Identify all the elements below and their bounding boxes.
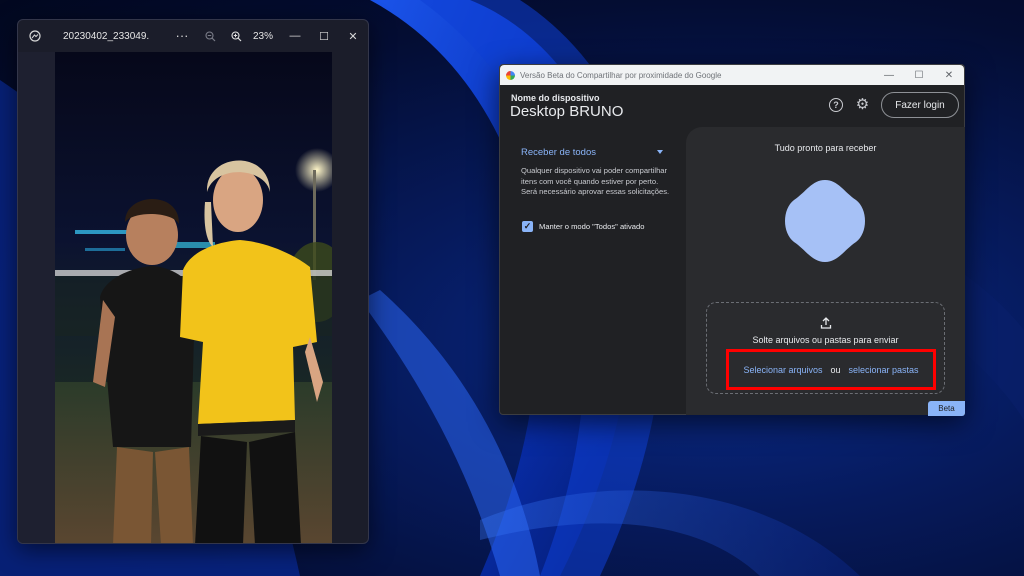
- help-icon[interactable]: ?: [829, 98, 843, 112]
- keep-mode-label: Manter o modo "Todos" ativado: [539, 222, 645, 231]
- zoom-in-icon[interactable]: [225, 20, 247, 52]
- photo-filename: 20230402_233049.j...: [63, 30, 149, 42]
- device-avatar-shape: [785, 180, 865, 262]
- maximize-icon[interactable]: ☐: [309, 20, 339, 52]
- chevron-down-icon: [657, 150, 663, 154]
- receive-pane: Tudo pronto para receber Solte arquivos …: [686, 127, 965, 415]
- visibility-pane: Receber de todos Qualquer dispositivo va…: [500, 127, 686, 416]
- or-separator: ou: [830, 364, 841, 375]
- login-button[interactable]: Fazer login: [881, 92, 959, 118]
- photos-titlebar: 20230402_233049.j... ··· 23% — ☐ ✕: [18, 20, 368, 52]
- minimize-icon[interactable]: —: [874, 65, 904, 85]
- drop-instructions: Solte arquivos ou pastas para enviar: [752, 335, 899, 345]
- select-options-row: Selecionar arquivos ou selecionar pastas: [729, 352, 933, 387]
- keep-mode-option[interactable]: ✓ Manter o modo "Todos" ativado: [522, 221, 644, 232]
- receive-mode-label: Receber de todos: [521, 146, 596, 158]
- photos-side-rail: [18, 52, 55, 543]
- file-drop-zone[interactable]: Solte arquivos ou pastas para enviar Sel…: [706, 302, 945, 394]
- more-horizontal-icon[interactable]: ···: [171, 20, 193, 52]
- upload-icon: [820, 317, 832, 329]
- zoom-level[interactable]: 23%: [253, 31, 273, 42]
- photos-window: 20230402_233049.j... ··· 23% — ☐ ✕: [17, 19, 369, 544]
- maximize-icon[interactable]: ☐: [904, 65, 934, 85]
- receive-mode-dropdown[interactable]: Receber de todos: [521, 145, 663, 159]
- minimize-icon[interactable]: —: [280, 20, 310, 52]
- beta-badge: Beta: [928, 401, 965, 416]
- nearby-share-window: Versão Beta do Compartilhar por proximid…: [499, 64, 965, 416]
- device-name-label: Nome do dispositivo: [511, 93, 600, 103]
- nearby-share-titlebar: Versão Beta do Compartilhar por proximid…: [500, 65, 964, 85]
- device-name: Desktop BRUNO: [510, 103, 624, 120]
- window-title: Versão Beta do Compartilhar por proximid…: [520, 70, 722, 80]
- zoom-out-icon[interactable]: [199, 20, 221, 52]
- ready-status: Tudo pronto para receber: [774, 143, 877, 153]
- select-files-link[interactable]: Selecionar arquivos: [743, 365, 822, 375]
- close-icon[interactable]: ✕: [934, 65, 964, 85]
- photos-app-icon: [29, 30, 41, 42]
- select-folders-link[interactable]: selecionar pastas: [849, 365, 919, 375]
- gear-icon[interactable]: ⚙: [854, 96, 871, 113]
- close-icon[interactable]: ✕: [338, 20, 368, 52]
- google-app-icon: [506, 70, 515, 80]
- share-header: Nome do dispositivo Desktop BRUNO ? ⚙ Fa…: [500, 85, 964, 127]
- receive-mode-description: Qualquer dispositivo vai poder compartil…: [521, 166, 670, 196]
- keep-mode-checkbox[interactable]: ✓: [522, 221, 533, 232]
- highlight-box: Selecionar arquivos ou selecionar pastas: [726, 349, 936, 390]
- photo-image: [55, 52, 332, 543]
